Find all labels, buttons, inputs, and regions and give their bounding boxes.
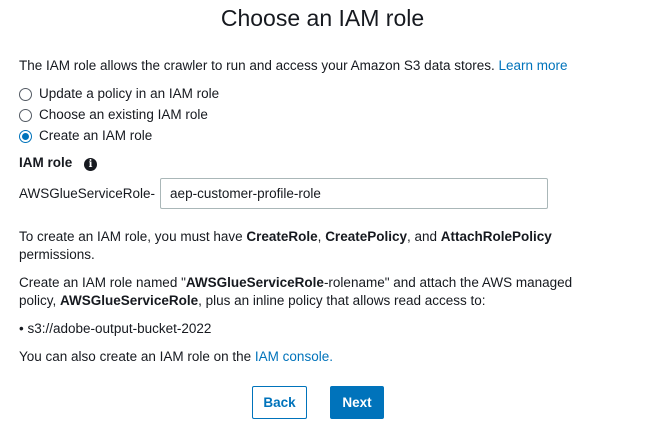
perm-create-role: CreateRole	[246, 229, 318, 244]
perm-sep1: ,	[317, 229, 322, 244]
radio-option-existing-role[interactable]: Choose an existing IAM role	[19, 106, 208, 124]
iam-role-label: IAM role	[19, 155, 73, 170]
create-note-policy-pre: policy,	[19, 293, 57, 308]
create-note-role-name: AWSGlueServiceRole	[185, 275, 324, 290]
perm-sep2: , and	[406, 229, 438, 244]
create-note-line2: policy, AWSGlueServiceRole, plus an inli…	[19, 292, 486, 310]
perm-attach-policy: AttachRolePolicy	[440, 229, 552, 244]
bullet: •	[19, 321, 24, 336]
radio-update-policy[interactable]	[19, 87, 32, 101]
intro-text: The IAM role allows the crawler to run a…	[19, 57, 568, 75]
iam-console-link[interactable]: IAM console.	[255, 349, 333, 364]
intro-description: The IAM role allows the crawler to run a…	[19, 58, 495, 73]
info-icon[interactable]: i	[84, 158, 98, 171]
learn-more-link[interactable]: Learn more	[499, 58, 568, 73]
radio-create-role[interactable]	[19, 129, 32, 143]
radio-option-create-role[interactable]: Create an IAM role	[19, 127, 152, 145]
permissions-note-line1: To create an IAM role, you must have Cre…	[19, 228, 552, 246]
perm-create-policy: CreatePolicy	[325, 229, 407, 244]
page-title: Choose an IAM role	[220, 5, 425, 31]
create-note-line1: Create an IAM role named "AWSGlueService…	[19, 274, 572, 292]
create-note-policy-post: , plus an inline policy that allows read…	[198, 293, 486, 308]
console-note: You can also create an IAM role on the I…	[19, 348, 333, 366]
create-note-pre: Create an IAM role named "	[19, 275, 186, 290]
radio-label-update-policy: Update a policy in an IAM role	[39, 86, 220, 101]
radio-existing-role[interactable]	[19, 108, 32, 122]
bucket-list-item: • s3://adobe-output-bucket-2022	[19, 320, 211, 338]
back-button[interactable]: Back	[252, 386, 307, 419]
create-note-policy-name: AWSGlueServiceRole	[60, 293, 199, 308]
role-name-input[interactable]	[160, 178, 549, 209]
create-note-post: -rolename" and attach the AWS managed	[323, 275, 573, 290]
bucket-path: s3://adobe-output-bucket-2022	[27, 321, 212, 336]
radio-label-create-role: Create an IAM role	[39, 128, 153, 143]
next-button[interactable]: Next	[330, 386, 384, 419]
role-name-prefix: AWSGlueServiceRole-	[19, 185, 156, 201]
iam-role-label-row: IAM role i	[19, 154, 98, 172]
radio-option-update-policy[interactable]: Update a policy in an IAM role	[19, 85, 219, 103]
iam-role-input-row: AWSGlueServiceRole-	[19, 178, 549, 209]
radio-label-existing-role: Choose an existing IAM role	[39, 107, 208, 122]
permissions-note-line2: permissions.	[19, 247, 95, 262]
permissions-pre: To create an IAM role, you must have	[19, 229, 243, 244]
console-note-text: You can also create an IAM role on the	[19, 349, 252, 364]
